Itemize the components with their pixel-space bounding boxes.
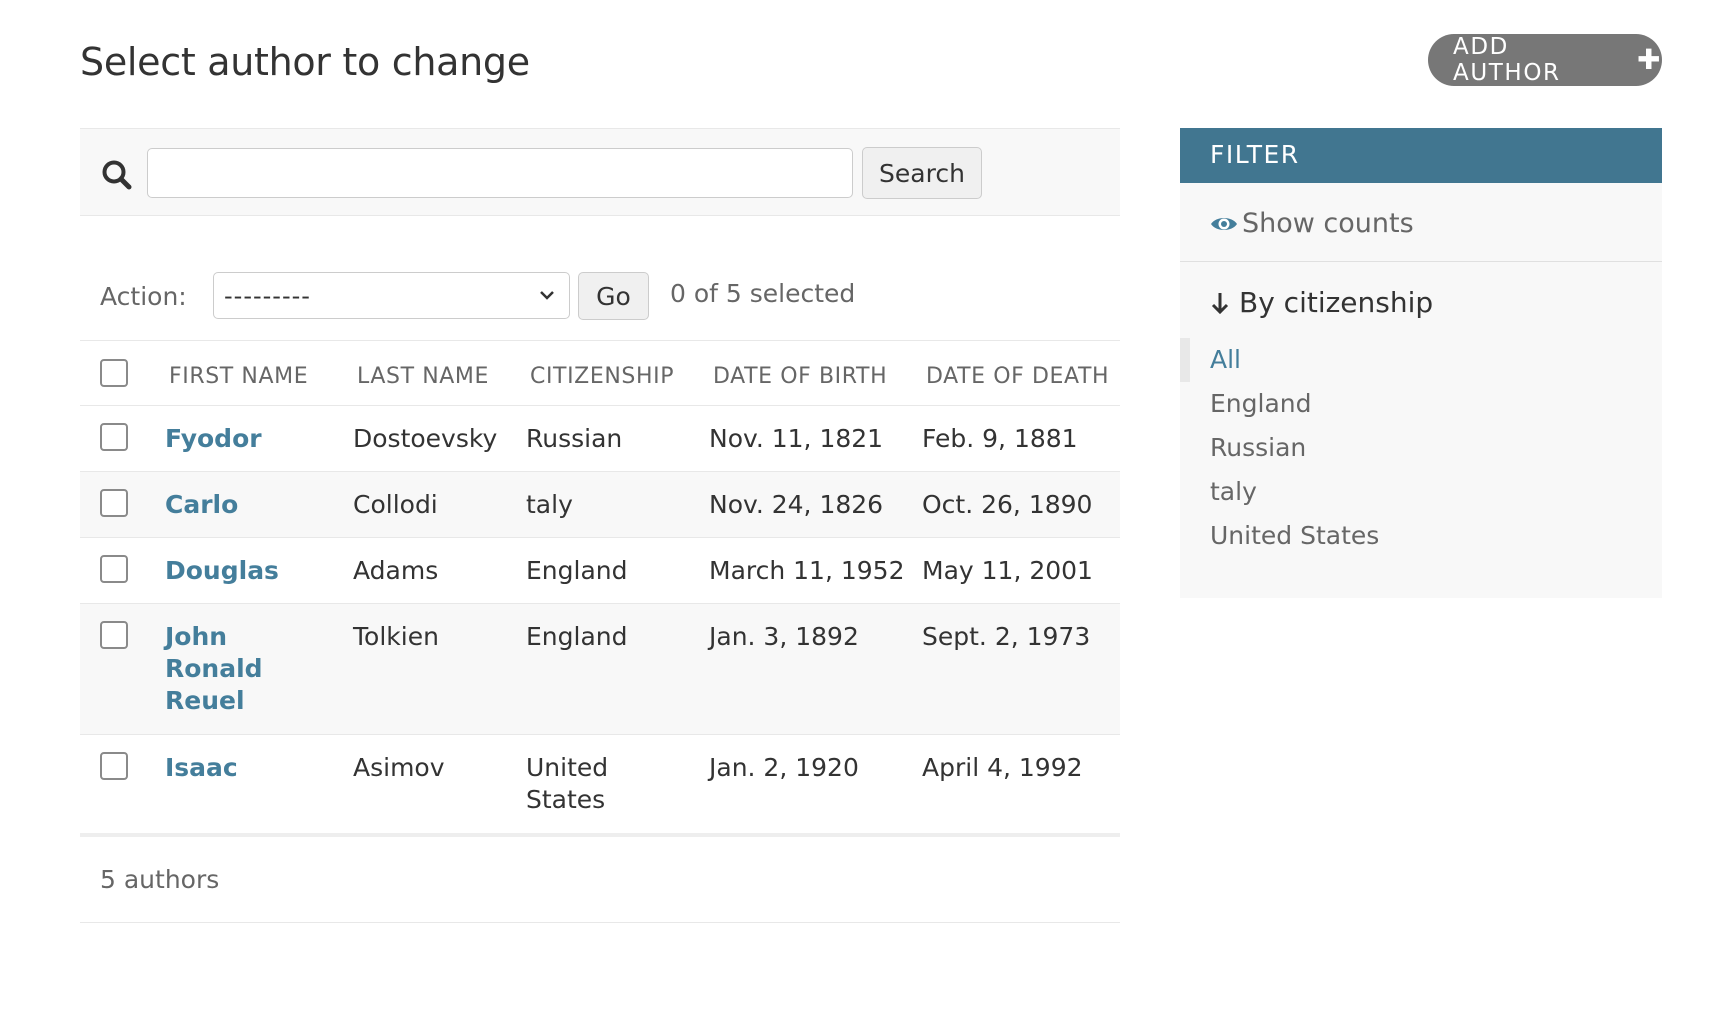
row-checkbox[interactable] [100,489,128,517]
results-table: FIRST NAME LAST NAME CITIZENSHIP DATE OF… [80,340,1120,837]
chevron-down-icon [540,291,554,300]
table-row: Carlo Collodi taly Nov. 24, 1826 Oct. 26… [80,472,1120,538]
filter-option-england[interactable]: England [1180,382,1662,426]
filter-title-label: By citizenship [1239,286,1434,319]
paginator: 5 authors [80,837,1120,923]
date-of-death-cell: Feb. 9, 1881 [922,424,1078,453]
date-of-birth-cell: March 11, 1952 [709,556,905,585]
date-of-death-cell: May 11, 2001 [922,556,1093,585]
first-name-link[interactable]: John Ronald Reuel [165,621,275,717]
date-of-death-cell: April 4, 1992 [922,753,1083,782]
last-name-cell: Dostoevsky [353,424,498,453]
column-header-first-name[interactable]: FIRST NAME [169,364,308,389]
first-name-link[interactable]: Fyodor [165,423,325,455]
last-name-cell: Asimov [353,753,445,782]
column-header-date-of-death[interactable]: DATE OF DEATH [926,364,1109,389]
first-name-link[interactable]: Douglas [165,555,325,587]
filter-panel: FILTER Show counts By citizenship All En… [1180,128,1662,598]
go-button[interactable]: Go [578,272,649,320]
show-counts-link[interactable]: Show counts [1210,208,1414,239]
citizenship-cell: taly [526,490,573,519]
date-of-death-cell: Oct. 26, 1890 [922,490,1093,519]
last-name-cell: Tolkien [353,622,439,651]
action-label: Action: [100,282,187,311]
plus-icon: ✚ [1636,43,1662,76]
show-counts-label: Show counts [1242,208,1414,239]
filter-option-united-states[interactable]: United States [1180,514,1662,558]
first-name-link[interactable]: Carlo [165,489,325,521]
table-row: Douglas Adams England March 11, 1952 May… [80,538,1120,604]
filter-divider [1180,261,1662,262]
filter-header: FILTER [1180,128,1662,183]
filter-option-russian[interactable]: Russian [1180,426,1662,470]
last-name-cell: Adams [353,556,439,585]
filter-option-all[interactable]: All [1180,338,1662,382]
search-toolbar: Search [80,128,1120,216]
date-of-death-cell: Sept. 2, 1973 [922,622,1091,651]
filter-title-citizenship[interactable]: By citizenship [1210,286,1433,319]
citizenship-cell: United States [526,753,609,814]
date-of-birth-cell: Nov. 24, 1826 [709,490,884,519]
select-all-checkbox[interactable] [100,359,128,387]
citizenship-cell: England [526,622,628,651]
eye-icon [1211,217,1237,230]
date-of-birth-cell: Nov. 11, 1821 [709,424,884,453]
last-name-cell: Collodi [353,490,438,519]
action-select[interactable]: --------- [213,272,570,319]
filter-options: All England Russian taly United States [1180,338,1662,558]
row-checkbox[interactable] [100,423,128,451]
row-checkbox[interactable] [100,621,128,649]
first-name-link[interactable]: Isaac [165,752,325,784]
column-header-date-of-birth[interactable]: DATE OF BIRTH [713,364,887,389]
date-of-birth-cell: Jan. 2, 1920 [709,753,859,782]
date-of-birth-cell: Jan. 3, 1892 [709,622,859,651]
row-checkbox[interactable] [100,555,128,583]
add-author-label: ADD AUTHOR [1453,34,1561,86]
row-checkbox[interactable] [100,752,128,780]
column-header-citizenship[interactable]: CITIZENSHIP [530,364,674,389]
table-row: Isaac Asimov United States Jan. 2, 1920 … [80,735,1120,833]
citizenship-cell: England [526,556,628,585]
action-select-value: --------- [224,281,311,310]
table-row: Fyodor Dostoevsky Russian Nov. 11, 1821 … [80,406,1120,472]
page-title: Select author to change [80,40,530,84]
citizenship-cell: Russian [526,424,623,453]
table-row: John Ronald Reuel Tolkien England Jan. 3… [80,604,1120,735]
filter-option-taly[interactable]: taly [1180,470,1662,514]
search-input[interactable] [147,148,853,198]
selection-counter: 0 of 5 selected [670,279,856,308]
search-button[interactable]: Search [862,147,982,199]
table-header: FIRST NAME LAST NAME CITIZENSHIP DATE OF… [80,340,1120,406]
arrow-down-icon [1211,292,1229,314]
add-author-button[interactable]: ADD AUTHOR ✚ [1428,34,1662,86]
search-icon [102,160,132,190]
column-header-last-name[interactable]: LAST NAME [357,364,489,389]
result-count: 5 authors [100,865,220,894]
